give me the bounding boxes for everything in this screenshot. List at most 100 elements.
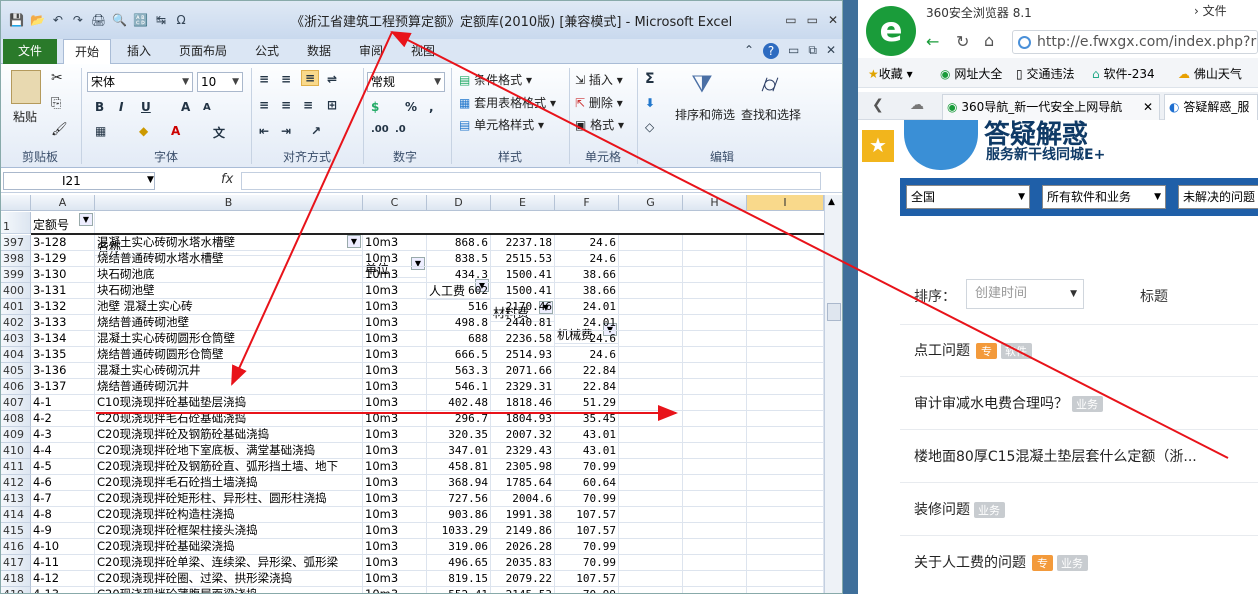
name-box[interactable]: I21 (3, 172, 155, 190)
cell-labor[interactable]: 903.86 (427, 507, 491, 523)
cell-empty[interactable] (619, 523, 683, 539)
formula-input[interactable] (241, 172, 821, 190)
cell-unit[interactable]: 10m3 (363, 555, 427, 571)
undo-icon[interactable]: ↶ (51, 13, 65, 27)
cell-name[interactable]: C20现浇现拌砼构造柱浇捣 (95, 507, 363, 523)
cell-empty[interactable] (619, 379, 683, 395)
cell-machine[interactable]: 24.01 (555, 299, 619, 315)
cell-material[interactable]: 1991.38 (491, 507, 555, 523)
cell-material[interactable]: 1818.46 (491, 395, 555, 411)
cell-empty[interactable] (747, 507, 824, 523)
cell-empty[interactable] (747, 491, 824, 507)
cell-machine[interactable]: 70.99 (555, 587, 619, 593)
cell-machine[interactable]: 107.57 (555, 507, 619, 523)
cell-material[interactable]: 2440.81 (491, 315, 555, 331)
cell-empty[interactable] (619, 395, 683, 411)
cell-empty[interactable] (683, 315, 747, 331)
symbol-icon[interactable]: Ω (174, 13, 188, 27)
name-box-dropdown-icon[interactable]: ▼ (147, 175, 154, 185)
cell-code[interactable]: 3-130 (31, 267, 95, 283)
cell-empty[interactable] (747, 315, 824, 331)
orientation-icon[interactable]: ↗ (311, 124, 321, 138)
cell-unit[interactable]: 10m3 (363, 587, 427, 593)
row-header[interactable]: 402 (1, 315, 31, 331)
align-center-icon[interactable]: ≡ (281, 98, 291, 112)
font-size-select[interactable]: 10 ▼ (197, 72, 243, 92)
cell-empty[interactable] (683, 491, 747, 507)
cell-empty[interactable] (747, 475, 824, 491)
paste-icon[interactable] (11, 70, 41, 104)
print-icon[interactable]: 🖨 (91, 13, 106, 27)
row-header[interactable]: 412 (1, 475, 31, 491)
spell-icon[interactable]: 🔠 (133, 13, 148, 27)
cell-empty[interactable] (619, 315, 683, 331)
cell-name[interactable]: C20现浇现拌砼圈、过梁、拱形梁浇捣 (95, 571, 363, 587)
cell-empty[interactable] (747, 395, 824, 411)
comma-button[interactable]: , (429, 100, 434, 114)
cell-code[interactable]: 3-133 (31, 315, 95, 331)
column-header-g[interactable]: G (619, 195, 683, 211)
cell-empty[interactable] (747, 443, 824, 459)
cell-machine[interactable]: 24.6 (555, 331, 619, 347)
doc-restore-icon[interactable]: ⧉ (808, 43, 817, 59)
cell-material[interactable]: 2007.32 (491, 427, 555, 443)
scroll-up-icon[interactable]: ▲ (828, 197, 835, 207)
cell-labor[interactable]: 552.41 (427, 587, 491, 593)
cell-code[interactable]: 4-2 (31, 411, 95, 427)
cell-unit[interactable]: 10m3 (363, 571, 427, 587)
row-header[interactable]: 410 (1, 443, 31, 459)
cell-machine[interactable]: 51.29 (555, 395, 619, 411)
cell-empty[interactable] (683, 251, 747, 267)
cell-name[interactable]: 混凝土实心砖砌水塔水槽壁 (95, 235, 363, 251)
column-header-h[interactable]: H (683, 195, 747, 211)
currency-icon[interactable]: $ (371, 100, 379, 114)
cloud-icon[interactable]: ☁ (910, 97, 924, 113)
cell-material[interactable]: 2035.83 (491, 555, 555, 571)
cell-machine[interactable]: 24.6 (555, 235, 619, 251)
cell-name[interactable]: 烧结普通砖砌圆形仓筒壁 (95, 347, 363, 363)
cell-empty[interactable] (683, 379, 747, 395)
vertical-scrollbar[interactable]: ▲ (824, 195, 842, 593)
cell-empty[interactable] (619, 251, 683, 267)
preview-icon[interactable]: 🔍 (112, 13, 127, 27)
row-header[interactable]: 401 (1, 299, 31, 315)
cell-code[interactable]: 4-11 (31, 555, 95, 571)
column-header-e[interactable]: E (491, 195, 555, 211)
binoculars-icon[interactable]: ⌭ (753, 70, 787, 100)
doc-close-icon[interactable]: ✕ (826, 43, 836, 59)
cell-unit[interactable]: 10m3 (363, 539, 427, 555)
tab-insert[interactable]: 插入 (116, 39, 162, 64)
question-item[interactable]: 楼地面80厚C15混凝土垫层套什么定额（浙... (914, 446, 1197, 466)
border-icon[interactable]: ▦ (95, 124, 106, 138)
cell-empty[interactable] (747, 331, 824, 347)
cell-unit[interactable]: 10m3 (363, 427, 427, 443)
save-icon[interactable]: 💾 (9, 13, 24, 27)
cell-name[interactable]: C20现浇现拌砼矩形柱、异形柱、圆形柱浇捣 (95, 491, 363, 507)
row-header[interactable]: 418 (1, 571, 31, 587)
close-icon[interactable]: ✕ (828, 13, 838, 27)
cell-labor[interactable]: 868.6 (427, 235, 491, 251)
collapse-ribbon-icon[interactable]: ⌃ (744, 43, 754, 59)
percent-button[interactable]: % (405, 100, 417, 114)
cell-empty[interactable] (683, 427, 747, 443)
cell-code[interactable]: 4-7 (31, 491, 95, 507)
cell-material[interactable]: 2515.53 (491, 251, 555, 267)
cell-empty[interactable] (619, 363, 683, 379)
column-header-d[interactable]: D (427, 195, 491, 211)
cell-empty[interactable] (747, 267, 824, 283)
cell-material[interactable]: 2079.22 (491, 571, 555, 587)
increase-indent-icon[interactable]: ⇥ (281, 124, 291, 138)
column-header-b[interactable]: B (95, 195, 363, 211)
cell-machine[interactable]: 38.66 (555, 283, 619, 299)
cell-empty[interactable] (747, 299, 824, 315)
cell-material[interactable]: 1500.41 (491, 283, 555, 299)
paste-button[interactable]: 粘贴 (13, 108, 37, 125)
column-header-c[interactable]: C (363, 195, 427, 211)
cell-empty[interactable] (683, 587, 747, 593)
cell-name[interactable]: C10现浇现拌砼基础垫层浇捣 (95, 395, 363, 411)
cell-labor[interactable]: 819.15 (427, 571, 491, 587)
row-header[interactable]: 398 (1, 251, 31, 267)
copy-icon[interactable]: ⎘ (51, 96, 61, 111)
fill-icon[interactable]: ⬇ (645, 96, 655, 110)
cell-empty[interactable] (683, 283, 747, 299)
